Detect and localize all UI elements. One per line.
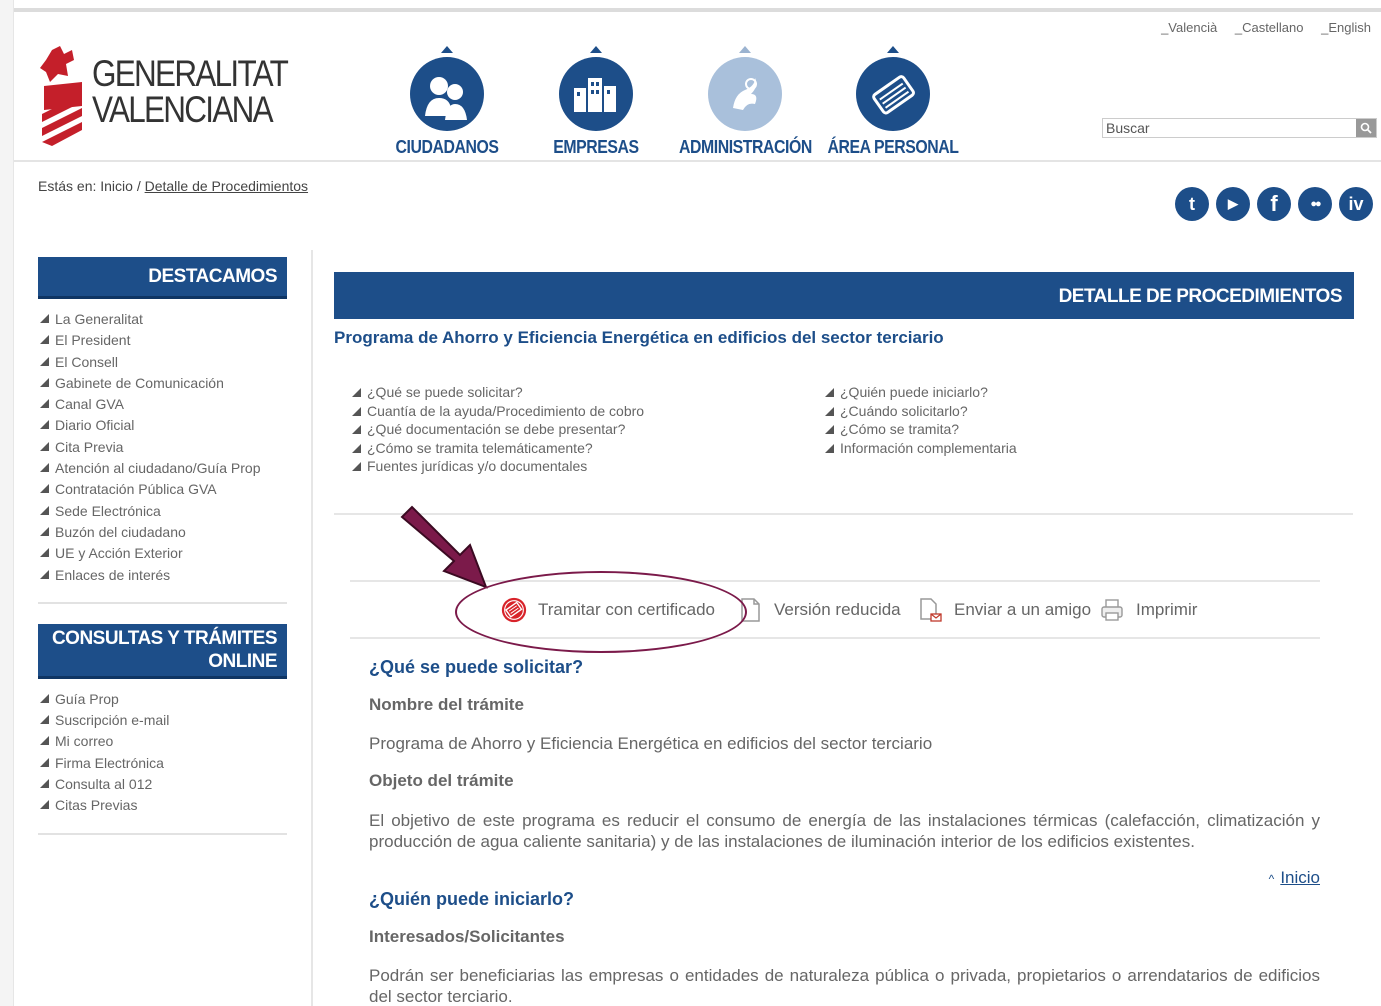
sidebar-item-ue[interactable]: UE y Acción Exterior [38,543,287,564]
anchor-link[interactable]: Información complementaria [825,440,1017,459]
field-value: Programa de Ahorro y Eficiencia Energéti… [369,734,933,753]
sidebar-item-el-consell[interactable]: El Consell [38,352,287,373]
section-bar: DETALLE DE PROCEDIMIENTOS [334,272,1354,319]
lang-castellano[interactable]: _Castellano [1235,20,1304,35]
enviar-amigo-button[interactable]: Enviar a un amigo [916,596,1091,624]
youtube-icon[interactable]: ▶ [1216,187,1250,221]
sidebar-divider [38,601,287,604]
consultas-heading: CONSULTAS Y TRÁMITES ONLINE [38,623,287,679]
consultas-list: Guía Prop Suscripción e-mail Mi correo F… [38,689,287,817]
anchor-link[interactable]: ¿Cuándo solicitarlo? [825,403,1017,422]
field-label: Objeto del trámite [369,771,514,790]
sidebar-item-buzon[interactable]: Buzón del ciudadano [38,522,287,543]
sidebar-item-sede[interactable]: Sede Electrónica [38,501,287,522]
sidebar-item-consulta-012[interactable]: Consulta al 012 [38,774,287,795]
sidebar-item-guia-prop[interactable]: Guía Prop [38,689,287,710]
anchor-link[interactable]: ¿Cómo se tramita? [825,421,1017,440]
main-content: DETALLE DE PROCEDIMIENTOS Programa de Ah… [334,272,1354,474]
sidebar: DESTACAMOS La Generalitat El President E… [38,257,287,855]
anchor-list-left: ¿Qué se puede solicitar? Cuantía de la a… [352,384,644,477]
people-icon [410,57,484,131]
sidebar-item-citas-previas[interactable]: Citas Previas [38,795,287,816]
anchor-link[interactable]: ¿Qué se puede solicitar? [352,384,644,403]
destacamos-heading: DESTACAMOS [38,257,287,299]
annotation-ellipse [455,571,747,653]
sidebar-item-diario-oficial[interactable]: Diario Oficial [38,415,287,436]
field-value: Podrán ser beneficiarias las empresas o … [369,966,1320,1006]
gva-logo-text: GENERALITAT VALENCIANA [92,53,289,130]
page-edge [0,0,14,1006]
language-selector: _Valencià _Castellano _English [1147,20,1371,35]
procedure-title: Programa de Ahorro y Eficiencia Energéti… [334,328,944,347]
sidebar-item-suscripcion[interactable]: Suscripción e-mail [38,710,287,731]
sidebar-item-el-president[interactable]: El President [38,330,287,351]
destacamos-list: La Generalitat El President El Consell G… [38,309,287,586]
section-heading: ¿Quién puede iniciarlo? [369,889,575,909]
printer-icon [1098,596,1126,624]
chevron-up-icon: ^ [1268,872,1275,886]
lang-valencia[interactable]: _Valencià [1161,20,1217,35]
facebook-icon[interactable]: f [1257,187,1291,221]
sidebar-item-gabinete[interactable]: Gabinete de Comunicación [38,373,287,394]
personal-area-icon [856,57,930,131]
section-heading: ¿Qué se puede solicitar? [369,657,584,677]
social-links: t ▶ f ●● iv [1175,187,1373,221]
anchor-link[interactable]: ¿Qué documentación se debe presentar? [352,421,644,440]
administration-icon [708,57,782,131]
version-reducida-button[interactable]: Versión reducida [736,596,901,624]
back-to-top: ^ Inicio [1269,868,1320,888]
sidebar-item-cita-previa[interactable]: Cita Previa [38,437,287,458]
field-value: El objetivo de este programa es reducir … [369,811,1320,851]
caret-up-icon [590,46,602,53]
twitter-icon[interactable]: t [1175,187,1209,221]
buildings-icon [559,57,633,131]
sidebar-item-atencion[interactable]: Atención al ciudadano/Guía Prop [38,458,287,479]
sidebar-divider [38,832,287,835]
breadcrumb-prefix: Estás en: Inicio / [38,178,141,194]
nav-empresas[interactable]: EMPRESAS [521,46,671,158]
caret-up-icon [887,46,899,53]
nav-area-personal[interactable]: ÁREA PERSONAL [818,46,968,158]
flickr-icon[interactable]: ●● [1298,187,1332,221]
search-input[interactable] [1103,119,1353,137]
imprimir-button[interactable]: Imprimir [1098,596,1197,624]
field-label: Interesados/Solicitantes [369,927,565,946]
anchor-link[interactable]: ¿Quién puede iniciarlo? [825,384,1017,403]
breadcrumb: Estás en: Inicio / Detalle de Procedimie… [38,178,308,194]
search-icon[interactable] [1356,119,1376,137]
nav-administracion[interactable]: ADMINISTRACIÓN [670,46,820,158]
gva-emblem-icon [40,46,82,146]
caret-up-icon [441,46,453,53]
iv-icon[interactable]: iv [1339,187,1373,221]
field-label: Nombre del trámite [369,695,524,714]
sidebar-item-la-generalitat[interactable]: La Generalitat [38,309,287,330]
inicio-link[interactable]: Inicio [1280,868,1320,887]
site-header: _Valencià _Castellano _English GENERALIT… [14,12,1381,162]
sidebar-item-firma[interactable]: Firma Electrónica [38,753,287,774]
anchor-list-right: ¿Quién puede iniciarlo? ¿Cuándo solicita… [825,384,1017,458]
breadcrumb-current-link[interactable]: Detalle de Procedimientos [145,178,308,194]
anchor-link[interactable]: Fuentes jurídicas y/o documentales [352,458,644,477]
anchor-link[interactable]: ¿Cómo se tramita telemáticamente? [352,440,644,459]
nav-ciudadanos[interactable]: CIUDADANOS [372,46,522,158]
sidebar-item-contratacion[interactable]: Contratación Pública GVA [38,479,287,500]
column-divider [311,250,313,1006]
annotation-arrow-icon [400,505,488,589]
gva-logo[interactable]: GENERALITAT VALENCIANA [38,46,289,146]
anchor-link[interactable]: Cuantía de la ayuda/Procedimiento de cob… [352,403,644,422]
caret-up-icon [739,46,751,53]
sidebar-item-mi-correo[interactable]: Mi correo [38,731,287,752]
send-document-icon [916,596,944,624]
search-box [1102,118,1377,138]
lang-english[interactable]: _English [1321,20,1371,35]
sidebar-item-enlaces[interactable]: Enlaces de interés [38,565,287,586]
sidebar-item-canal-gva[interactable]: Canal GVA [38,394,287,415]
